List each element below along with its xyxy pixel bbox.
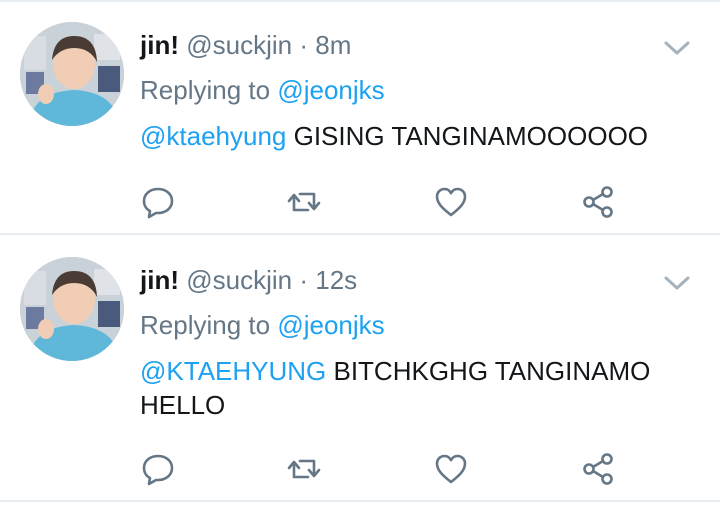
avatar[interactable] [20,22,124,126]
replying-prefix: Replying to [140,310,271,340]
display-name[interactable]: jin! [140,265,179,295]
username[interactable]: @suckjin [186,265,292,295]
tweet[interactable]: jin! @suckjin · 12s Replying to @jeonjks… [0,235,720,502]
tweet-text: @KTAEHYUNG BITCHKGHG TANGINAMO HELLO [140,354,700,422]
share-icon[interactable] [580,184,616,220]
replying-to-link[interactable]: @jeonjks [277,310,384,340]
timestamp[interactable]: 12s [315,265,357,295]
separator: · [299,265,309,295]
tweet-text: @ktaehyung GISING TANGINAMOOOOOO [140,119,700,153]
replying-prefix: Replying to [140,75,271,105]
timestamp[interactable]: 8m [315,30,351,60]
display-name[interactable]: jin! [140,30,179,60]
tweet-header: jin! @suckjin · 8m [140,30,351,60]
reply-icon[interactable] [140,451,176,487]
tweet-header: jin! @suckjin · 12s [140,265,357,295]
profile-photo-icon [20,257,124,361]
chevron-down-icon[interactable] [662,38,692,58]
avatar[interactable] [20,257,124,361]
action-bar [140,451,630,487]
retweet-icon[interactable] [286,451,322,487]
tweet-body-text: GISING TANGINAMOOOOOO [286,121,649,151]
reply-icon[interactable] [140,184,176,220]
like-icon[interactable] [433,451,469,487]
share-icon[interactable] [580,451,616,487]
replying-to: Replying to @jeonjks [140,74,385,106]
replying-to-link[interactable]: @jeonjks [277,75,384,105]
separator: · [299,30,309,60]
tweet[interactable]: jin! @suckjin · 8m Replying to @jeonjks … [0,0,720,235]
mention-link[interactable]: @ktaehyung [140,121,286,151]
profile-photo-icon [20,22,124,126]
like-icon[interactable] [433,184,469,220]
retweet-icon[interactable] [286,184,322,220]
mention-link[interactable]: @KTAEHYUNG [140,356,326,386]
chevron-down-icon[interactable] [662,273,692,293]
username[interactable]: @suckjin [186,30,292,60]
action-bar [140,184,630,220]
replying-to: Replying to @jeonjks [140,309,385,341]
